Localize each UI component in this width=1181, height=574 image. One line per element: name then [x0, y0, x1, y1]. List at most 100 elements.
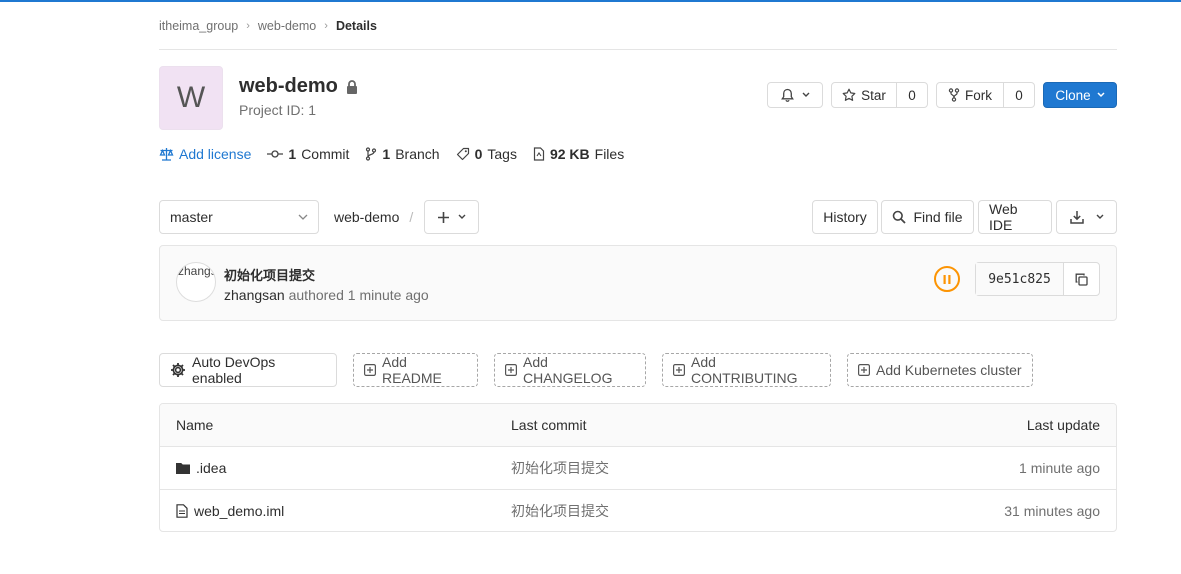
tags-count: 0 — [474, 146, 483, 162]
chevron-down-icon — [802, 92, 810, 98]
add-changelog-label: Add CHANGELOG — [523, 354, 613, 386]
add-contributing-label: Add CONTRIBUTING — [691, 354, 798, 386]
column-header-last-update: Last update — [1026, 417, 1100, 433]
add-contributing-button[interactable]: Add CONTRIBUTING — [662, 353, 831, 387]
table-row[interactable]: web_demo.iml 初始化项目提交 31 minutes ago — [160, 489, 1116, 531]
branches-count: 1 — [382, 146, 391, 162]
plus-square-icon — [858, 364, 870, 376]
add-license-link[interactable]: Add license — [159, 146, 251, 162]
download-dropdown[interactable] — [1056, 200, 1117, 234]
table-header: Name Last commit Last update — [160, 404, 1116, 447]
folder-icon — [176, 462, 190, 474]
copy-icon — [1075, 273, 1088, 286]
top-accent-line — [0, 0, 1181, 2]
find-file-button[interactable]: Find file — [881, 200, 974, 234]
column-header-last-commit: Last commit — [511, 417, 587, 433]
notification-dropdown[interactable] — [767, 82, 823, 108]
breadcrumb: itheima_group › web-demo › Details — [159, 18, 377, 34]
plus-icon — [437, 211, 449, 223]
search-icon — [892, 210, 907, 224]
add-kubernetes-label: Add Kubernetes cluster — [876, 362, 1022, 378]
commit-title-link[interactable]: 初始化项目提交 — [224, 265, 315, 284]
add-kubernetes-cluster-button[interactable]: Add Kubernetes cluster — [847, 353, 1033, 387]
commits-stat[interactable]: 1 Commit — [267, 146, 349, 162]
star-label: Star — [861, 87, 886, 103]
bell-icon — [780, 88, 794, 102]
plus-square-icon — [673, 364, 685, 376]
history-button[interactable]: History — [812, 200, 878, 234]
last-update-time: 1 minute ago — [1019, 460, 1100, 476]
download-icon — [1069, 210, 1084, 224]
add-license-label: Add license — [179, 146, 252, 162]
column-header-name: Name — [176, 417, 214, 433]
branch-selector-value: master — [170, 209, 213, 225]
file-name-link[interactable]: .idea — [196, 460, 226, 476]
auto-devops-button[interactable]: Auto DevOps enabled — [159, 353, 337, 387]
path-separator: / — [409, 209, 414, 225]
clone-dropdown-button[interactable]: Clone — [1043, 82, 1117, 108]
breadcrumb-group-link[interactable]: itheima_group — [159, 19, 238, 33]
commit-meta: zhangsan authored 1 minute ago — [224, 287, 429, 303]
add-readme-label: Add README — [382, 354, 442, 386]
commit-authored-time: authored 1 minute ago — [288, 287, 429, 303]
gear-icon — [170, 362, 186, 378]
chevron-right-icon: › — [324, 20, 328, 32]
divider — [159, 49, 1117, 50]
breadcrumb-current[interactable]: Details — [336, 19, 377, 33]
breadcrumb-project-link[interactable]: web-demo — [258, 19, 316, 33]
fork-button[interactable]: Fork — [937, 83, 1003, 107]
last-commit-link[interactable]: 初始化项目提交 — [511, 447, 609, 489]
copy-sha-button[interactable] — [1064, 263, 1099, 295]
web-ide-label: Web IDE — [989, 201, 1018, 233]
commits-label: Commit — [301, 146, 350, 162]
project-title: web-demo — [239, 75, 358, 98]
star-count[interactable]: 0 — [896, 83, 927, 107]
files-size: 92 KB — [549, 146, 590, 162]
path-root-link[interactable]: web-demo — [334, 209, 399, 225]
pipeline-status-pending-icon[interactable] — [934, 266, 960, 292]
star-button[interactable]: Star — [832, 83, 896, 107]
fork-label: Fork — [965, 87, 992, 103]
table-row[interactable]: .idea 初始化项目提交 1 minute ago — [160, 447, 1116, 489]
chevron-down-icon — [458, 214, 466, 220]
project-id: Project ID: 1 — [239, 102, 317, 118]
commit-icon — [267, 149, 284, 159]
fork-button-group: Fork 0 — [936, 82, 1035, 108]
file-size-icon — [533, 147, 545, 161]
star-icon — [842, 88, 856, 102]
commits-count: 1 — [288, 146, 297, 162]
files-stat[interactable]: 92 KB Files — [533, 146, 624, 162]
last-commit-link[interactable]: 初始化项目提交 — [511, 490, 609, 531]
history-label: History — [823, 209, 867, 225]
tags-stat[interactable]: 0 Tags — [456, 146, 517, 162]
file-name-link[interactable]: web_demo.iml — [194, 503, 284, 519]
add-readme-button[interactable]: Add README — [353, 353, 478, 387]
chevron-down-icon — [298, 214, 308, 220]
last-update-time: 31 minutes ago — [1004, 502, 1100, 519]
auto-devops-label: Auto DevOps enabled — [192, 354, 276, 386]
scale-icon — [159, 147, 174, 161]
plus-square-icon — [364, 364, 376, 376]
web-ide-button[interactable]: Web IDE — [978, 200, 1052, 234]
star-button-group: Star 0 — [831, 82, 928, 108]
add-changelog-button[interactable]: Add CHANGELOG — [494, 353, 646, 387]
clone-label: Clone — [1055, 87, 1091, 103]
branch-selector[interactable]: master — [159, 200, 319, 234]
author-avatar[interactable]: zhangsan — [176, 262, 216, 302]
fork-count[interactable]: 0 — [1003, 83, 1034, 107]
chevron-down-icon — [1096, 214, 1104, 220]
chevron-right-icon: › — [246, 20, 250, 32]
commit-sha-link[interactable]: 9e51c825 — [976, 263, 1064, 295]
plus-square-icon — [505, 364, 517, 376]
add-to-tree-dropdown[interactable] — [424, 200, 479, 234]
repo-path: web-demo / — [334, 209, 413, 225]
chevron-down-icon — [1097, 92, 1105, 98]
fork-icon — [948, 88, 960, 102]
commit-author-link[interactable]: zhangsan — [224, 287, 285, 303]
file-icon — [176, 503, 188, 518]
lock-icon — [346, 79, 358, 94]
branches-stat[interactable]: 1 Branch — [365, 146, 440, 162]
files-label: Files — [594, 146, 625, 162]
project-avatar[interactable]: W — [159, 66, 223, 130]
branches-label: Branch — [395, 146, 440, 162]
